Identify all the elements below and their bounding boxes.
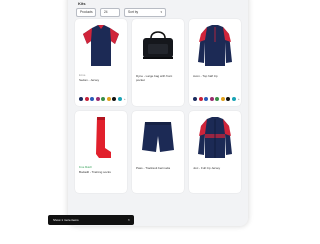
product-card[interactable]: Jovi - Full zip Jersey [189,111,241,193]
swatch-green[interactable] [215,97,219,101]
swatch-yellow[interactable] [220,97,225,101]
jacket-image [198,117,232,158]
sort-select[interactable]: Sort by ▾ [124,8,166,17]
page-title: Kits [78,1,86,6]
swatch-navy[interactable] [193,97,197,101]
jersey-image [83,25,119,66]
swatch-teal[interactable] [231,97,236,101]
sock-image [96,117,111,158]
product-name: Pass - Tracksuit bermuda [136,166,171,170]
jacket-image [198,25,232,66]
swatch-yellow[interactable] [106,97,111,101]
page-count-select[interactable]: 24 [100,8,120,17]
swatch-purple[interactable] [209,97,214,101]
toast-message: Show 1 more items [53,218,79,222]
filter-bar: Products 24 Sort by ▾ [76,8,166,17]
swatch-red[interactable] [198,97,203,101]
color-swatches: + [193,97,240,101]
swatch-navy[interactable] [79,97,83,101]
more-colors[interactable]: + [238,97,240,101]
swatch-purple[interactable] [95,97,100,101]
more-colors[interactable]: + [124,97,126,101]
product-card[interactable]: Free Match Bodadil - Training socks [75,111,127,193]
per-page-value: Products [80,10,93,14]
sort-value: Sort by [128,10,139,14]
close-icon[interactable]: × [128,215,130,225]
swatch-blue[interactable] [90,97,94,101]
swatch-blue[interactable] [204,97,208,101]
product-card[interactable]: Dyne - Large bag with front pocket [132,19,184,106]
product-name: Jovi - Full zip Jersey [193,166,221,170]
shorts-image [142,122,174,152]
per-page-select[interactable]: Products [76,8,96,17]
product-grid: Errea Sedan - Jersey + Dyne - Large bag … [75,19,241,193]
product-name: Sedan - Jersey [79,78,100,82]
page-count-value: 24 [104,10,108,14]
swatch-green[interactable] [101,97,105,101]
toast-notification: Show 1 more items × [48,215,134,225]
color-swatches: + [79,97,126,101]
product-name: Dyne - Large bag with front pocket [136,74,173,82]
product-name: Bodadil - Training socks [79,170,111,174]
product-card[interactable]: Errea Sedan - Jersey + [75,19,127,106]
product-name: Avon - Top half zip [193,74,218,78]
swatch-black[interactable] [226,97,230,101]
bag-image [143,31,173,59]
product-card[interactable]: Pass - Tracksuit bermuda [132,111,184,193]
catalog-panel: Kits Products 24 Sort by ▾ Errea Sedan -… [68,0,248,226]
swatch-red[interactable] [84,97,89,101]
chevron-down-icon: ▾ [160,10,162,14]
swatch-teal[interactable] [117,97,122,101]
swatch-black[interactable] [112,97,116,101]
product-card[interactable]: Avon - Top half zip + [189,19,241,106]
